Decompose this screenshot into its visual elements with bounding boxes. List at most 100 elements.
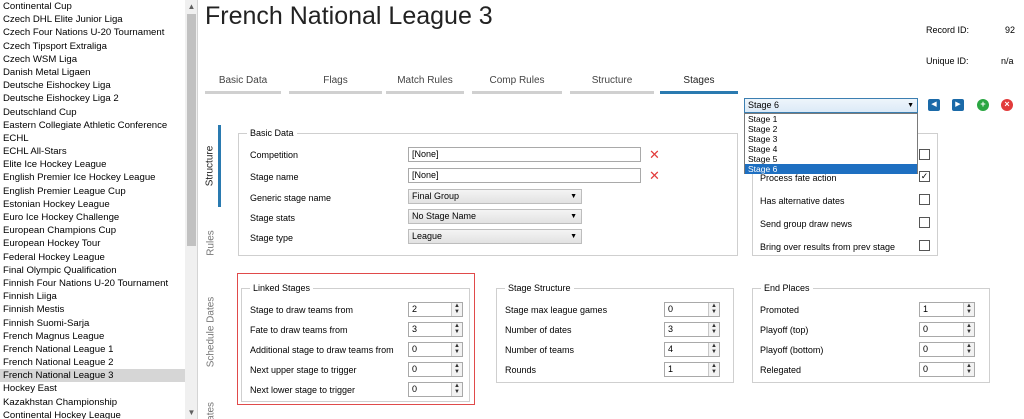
competition-list-item[interactable]: Czech DHL Elite Junior Liga	[0, 13, 185, 26]
competition-list-item[interactable]: Czech Four Nations U-20 Tournament	[0, 26, 185, 39]
spinner-arrows-icon[interactable]: ▲ ▼	[451, 363, 462, 376]
clear-stage-name-x-icon[interactable]: ✕	[649, 169, 660, 182]
side-tab-rules[interactable]: Rules	[201, 212, 221, 274]
number-of-dates-spinner[interactable]: 3 ▲ ▼	[664, 322, 720, 337]
top-checkbox[interactable]	[919, 149, 930, 160]
clear-competition-x-icon[interactable]: ✕	[649, 148, 660, 161]
competition-list-item[interactable]: Continental Hockey League	[0, 409, 185, 419]
tab-stages[interactable]: Stages	[660, 74, 738, 94]
next-upper-stage-spinner[interactable]: 0 ▲ ▼	[408, 362, 463, 377]
tab-match-rules[interactable]: Match Rules	[386, 74, 464, 94]
competition-list-item[interactable]: ECHL All-Stars	[0, 145, 185, 158]
fate-to-draw-spinner[interactable]: 3 ▲ ▼	[408, 322, 463, 337]
tab-comp-rules[interactable]: Comp Rules	[472, 74, 562, 94]
competition-list-item[interactable]: English Premier Ice Hockey League	[0, 171, 185, 184]
tab-basic-data[interactable]: Basic Data	[205, 74, 281, 94]
competition-list-item[interactable]: French Magnus League	[0, 330, 185, 343]
competition-list-item[interactable]: Finnish Suomi-Sarja	[0, 317, 185, 330]
competition-list-item[interactable]: ECHL	[0, 132, 185, 145]
competition-list-item[interactable]: Deutsche Eishockey Liga 2	[0, 92, 185, 105]
stage-name-field[interactable]: [None]	[408, 168, 641, 183]
promoted-spinner[interactable]: 1 ▲ ▼	[919, 302, 975, 317]
spinner-arrows-icon[interactable]: ▲ ▼	[963, 343, 974, 356]
stage-option[interactable]: Stage 1	[745, 114, 917, 124]
stage-stats-select[interactable]: No Stage Name ▼	[408, 209, 582, 224]
spinner-arrows-icon[interactable]: ▲ ▼	[708, 363, 719, 376]
chevron-down-icon: ▼	[570, 213, 577, 220]
playoff-bottom-spinner[interactable]: 0 ▲ ▼	[919, 342, 975, 357]
tab-structure[interactable]: Structure	[570, 74, 654, 94]
competition-list-item[interactable]: Estonian Hockey League	[0, 198, 185, 211]
additional-stage-spinner[interactable]: 0 ▲ ▼	[408, 342, 463, 357]
spinner-arrows-icon[interactable]: ▲ ▼	[451, 323, 462, 336]
playoff-top-spinner[interactable]: 0 ▲ ▼	[919, 322, 975, 337]
competition-list-item[interactable]: Eastern Collegiate Athletic Conference	[0, 119, 185, 132]
stage-to-draw-spinner[interactable]: 2 ▲ ▼	[408, 302, 463, 317]
generic-stage-name-select[interactable]: Final Group ▼	[408, 189, 582, 204]
number-of-teams-spinner[interactable]: 4 ▲ ▼	[664, 342, 720, 357]
arrow-left-icon[interactable]: ◀	[928, 99, 940, 111]
competition-field[interactable]: [None]	[408, 147, 641, 162]
side-tab-dates[interactable]: Dates	[201, 395, 221, 419]
spinner-arrows-icon[interactable]: ▲ ▼	[451, 383, 462, 396]
competition-list-item[interactable]: French National League 1	[0, 343, 185, 356]
competition-list-item[interactable]: Finnish Liiga	[0, 290, 185, 303]
stage-select[interactable]: Stage 6 ▼	[744, 98, 918, 113]
competition-list-item[interactable]: Continental Cup	[0, 0, 185, 13]
spinner-arrows-icon[interactable]: ▲ ▼	[708, 323, 719, 336]
competition-list-item[interactable]: Finnish Four Nations U-20 Tournament	[0, 277, 185, 290]
rounds-spinner[interactable]: 1 ▲ ▼	[664, 362, 720, 377]
competition-list-item[interactable]: European Hockey Tour	[0, 237, 185, 250]
competition-list-item[interactable]: Elite Ice Hockey League	[0, 158, 185, 171]
next-lower-stage-spinner[interactable]: 0 ▲ ▼	[408, 382, 463, 397]
tab-flags[interactable]: Flags	[289, 74, 382, 94]
competition-list-item[interactable]: Czech WSM Liga	[0, 53, 185, 66]
spinner-arrows-icon[interactable]: ▲ ▼	[451, 343, 462, 356]
spinner-arrows-icon[interactable]: ▲ ▼	[708, 343, 719, 356]
x-circle-icon[interactable]: ×	[1001, 99, 1013, 111]
competition-list-item[interactable]: Euro Ice Hockey Challenge	[0, 211, 185, 224]
side-tab-structure[interactable]: Structure	[201, 125, 221, 207]
stage-option[interactable]: Stage 3	[745, 134, 917, 144]
competition-list-item[interactable]: Hockey East	[0, 382, 185, 395]
competition-list-item[interactable]: European Champions Cup	[0, 224, 185, 237]
arrow-right-icon[interactable]: ▶	[952, 99, 964, 111]
stage-option[interactable]: Stage 6	[745, 164, 917, 174]
spinner-arrows-icon[interactable]: ▲ ▼	[963, 303, 974, 316]
stage-option[interactable]: Stage 5	[745, 154, 917, 164]
plus-circle-icon[interactable]: +	[977, 99, 989, 111]
competition-list-item[interactable]: English Premier League Cup	[0, 185, 185, 198]
competition-list-scrollbar[interactable]: ▲ ▼	[185, 0, 197, 419]
competition-list-item[interactable]: Danish Metal Ligaen	[0, 66, 185, 79]
process-fate-action-checkbox[interactable]: ✓	[919, 171, 930, 182]
competition-list-item[interactable]: Kazakhstan Championship	[0, 396, 185, 409]
group-draw-news-checkbox[interactable]	[919, 217, 930, 228]
relegated-spinner[interactable]: 0 ▲ ▼	[919, 362, 975, 377]
competition-list-item[interactable]: Deutschland Cup	[0, 106, 185, 119]
max-league-games-spinner[interactable]: 0 ▲ ▼	[664, 302, 720, 317]
stage-option[interactable]: Stage 2	[745, 124, 917, 134]
competition-list-item[interactable]: Deutsche Eishockey Liga	[0, 79, 185, 92]
linked-row-label: Additional stage to draw teams from	[250, 345, 394, 355]
scroll-down-icon[interactable]: ▼	[185, 406, 197, 419]
bring-over-results-checkbox[interactable]	[919, 240, 930, 251]
spinner-arrows-icon[interactable]: ▲ ▼	[963, 363, 974, 376]
competition-list-item[interactable]: Final Olympic Qualification	[0, 264, 185, 277]
competition-list-item[interactable]: Federal Hockey League	[0, 251, 185, 264]
side-tab-schedule-dates[interactable]: Schedule Dates	[201, 282, 221, 382]
competition-list-item[interactable]: French National League 2	[0, 356, 185, 369]
spinner-arrows-icon[interactable]: ▲ ▼	[708, 303, 719, 316]
competition-list-item[interactable]: Finnish Mestis	[0, 303, 185, 316]
linked-row-label: Next upper stage to trigger	[250, 365, 357, 375]
scrollbar-thumb[interactable]	[187, 14, 196, 246]
stage-type-select[interactable]: League ▼	[408, 229, 582, 244]
spinner-arrows-icon[interactable]: ▲ ▼	[451, 303, 462, 316]
stage-option[interactable]: Stage 4	[745, 144, 917, 154]
scroll-up-icon[interactable]: ▲	[185, 0, 197, 13]
spinner-arrows-icon[interactable]: ▲ ▼	[963, 323, 974, 336]
alternative-dates-checkbox[interactable]	[919, 194, 930, 205]
unique-id-value: n/a	[1001, 56, 1014, 66]
competition-list-item[interactable]: French National League 3	[0, 369, 185, 383]
stage-dropdown-list[interactable]: Stage 1 Stage 2 Stage 3 Stage 4 Stage 5 Stage…	[744, 113, 918, 174]
competition-list-item[interactable]: Czech Tipsport Extraliga	[0, 40, 185, 53]
